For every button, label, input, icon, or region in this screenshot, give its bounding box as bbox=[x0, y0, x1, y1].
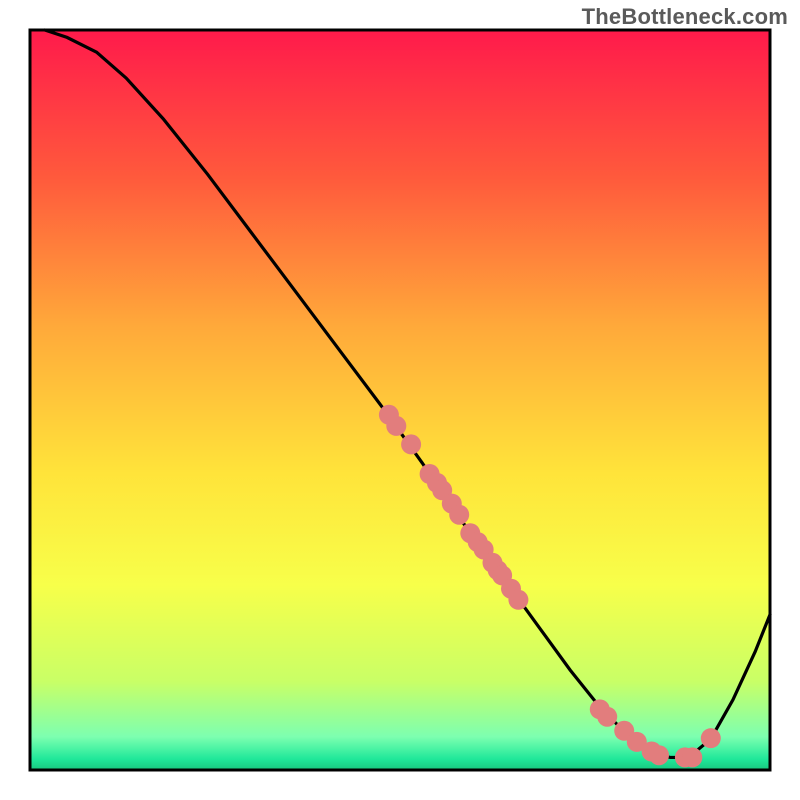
watermark-text: TheBottleneck.com bbox=[582, 4, 788, 30]
marker-point bbox=[386, 416, 406, 436]
bottleneck-chart bbox=[0, 0, 800, 800]
marker-point bbox=[508, 590, 528, 610]
marker-point bbox=[701, 728, 721, 748]
chart-container: TheBottleneck.com bbox=[0, 0, 800, 800]
marker-point bbox=[682, 747, 702, 767]
marker-point bbox=[401, 434, 421, 454]
plot-background bbox=[30, 30, 770, 770]
marker-point bbox=[597, 707, 617, 727]
marker-point bbox=[649, 745, 669, 765]
marker-point bbox=[449, 505, 469, 525]
